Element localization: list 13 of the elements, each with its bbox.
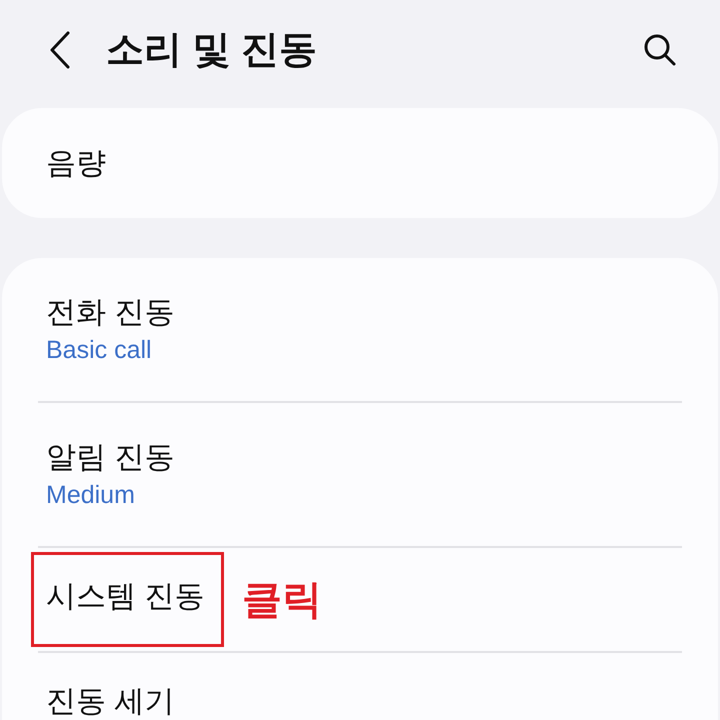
settings-item[interactable]: 전화 진동 Basic call bbox=[46, 292, 174, 366]
settings-item[interactable]: 진동 세기 bbox=[46, 685, 174, 719]
item-title: 전화 진동 bbox=[46, 294, 174, 330]
annotation-text: 클릭 bbox=[242, 577, 322, 624]
back-icon bbox=[49, 31, 71, 69]
settings-item[interactable]: 알림 진동 Medium bbox=[46, 438, 174, 512]
item-value: Medium bbox=[46, 480, 136, 510]
item-value: Basic call bbox=[46, 334, 153, 366]
item-title: 알림 진동 bbox=[46, 440, 174, 476]
page-title: 소리 및 진동 bbox=[106, 28, 318, 72]
settings-item[interactable]: 시스템 진동 bbox=[46, 580, 204, 614]
volume-item[interactable]: 음량 bbox=[2, 108, 718, 218]
search-icon bbox=[643, 33, 677, 67]
